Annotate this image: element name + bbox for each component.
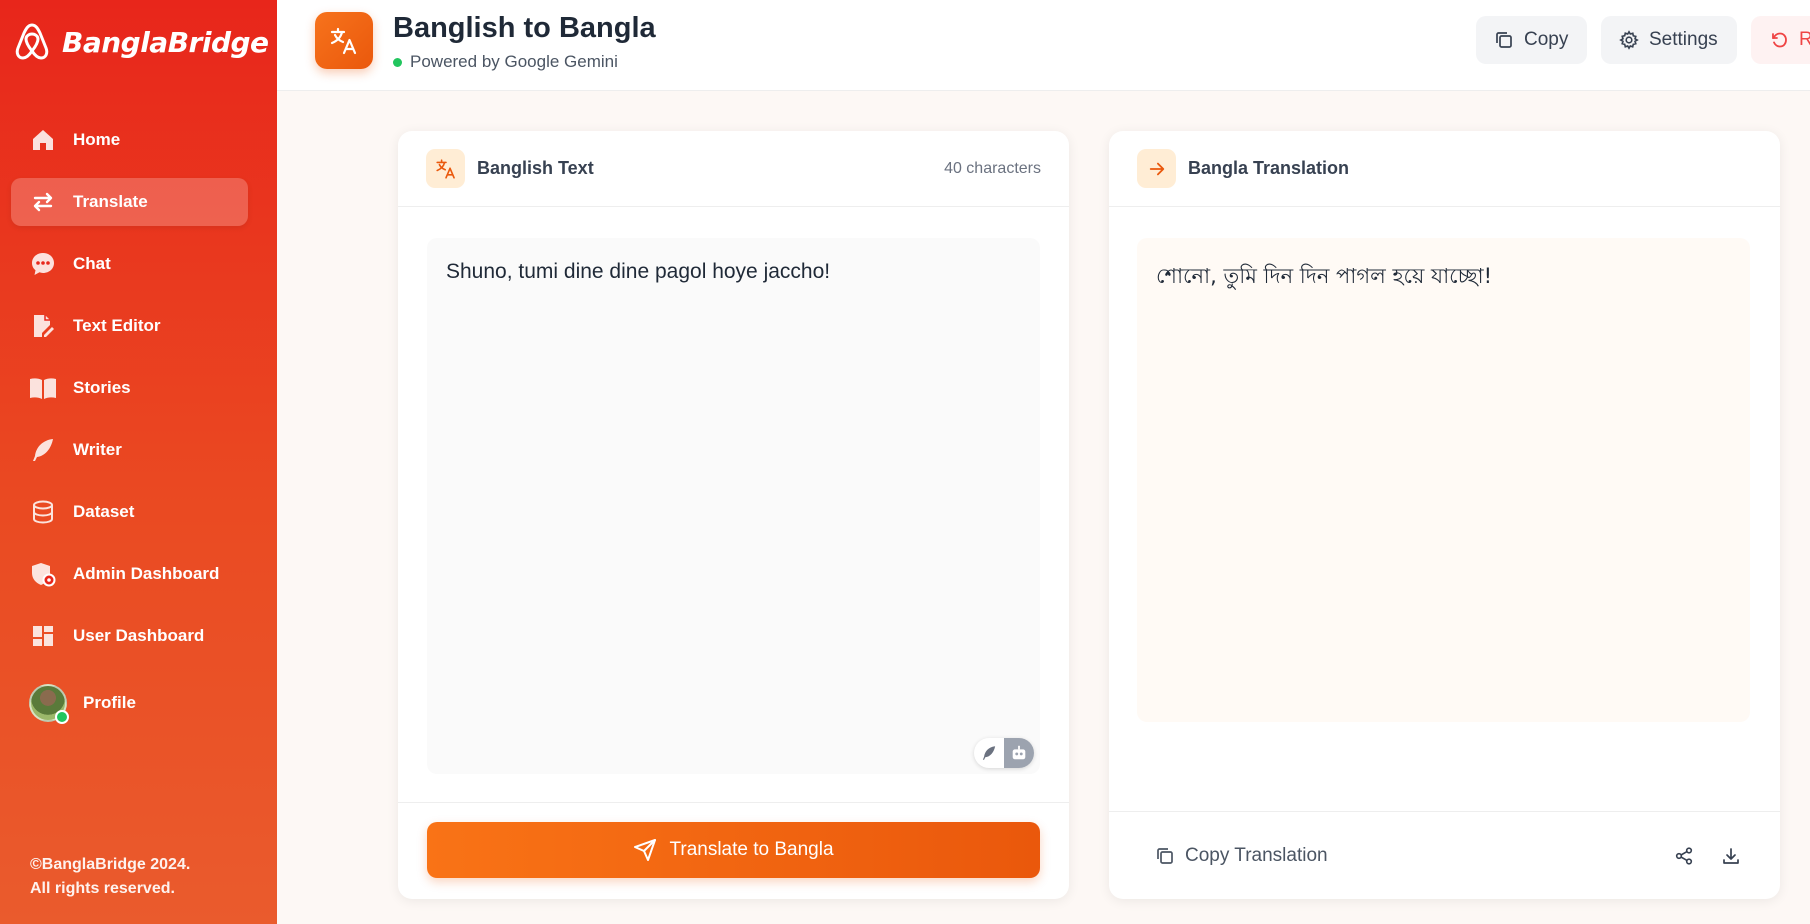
sidebar-item-label: Chat	[73, 254, 111, 273]
gear-icon	[1619, 30, 1639, 50]
sidebar-item-label: Home	[73, 130, 121, 149]
share-icon	[1675, 847, 1693, 865]
status-dot	[393, 57, 402, 67]
sidebar-item-text-editor[interactable]: Text Editor	[11, 302, 248, 350]
sidebar-item-writer[interactable]: Writer	[11, 426, 248, 474]
sidebar-item-label: Dataset	[73, 502, 135, 521]
input-panel-header: Banglish Text 40 characters	[398, 131, 1069, 207]
copy-translation-button[interactable]: Copy Translation	[1155, 838, 1328, 874]
swap-arrows-icon	[29, 188, 57, 216]
copyright-line: All rights reserved.	[30, 880, 175, 897]
sidebar-item-label: Profile	[83, 693, 136, 712]
copyright: ©BanglaBridge 2024. All rights reserved.	[30, 853, 260, 901]
download-button[interactable]	[1716, 841, 1746, 871]
sidebar-nav: Home Translate Chat Text Editor Stories	[11, 116, 248, 746]
output-panel: Bangla Translation শোনো, তুমি দিন দিন পা…	[1109, 131, 1780, 899]
sidebar-item-home[interactable]: Home	[11, 116, 248, 164]
copy-translation-label: Copy Translation	[1185, 845, 1328, 866]
sidebar-item-label: Translate	[73, 192, 148, 211]
admin-shield-icon	[29, 560, 57, 588]
input-tools	[974, 738, 1034, 768]
sidebar-item-label: User Dashboard	[73, 626, 205, 645]
open-book-icon	[29, 374, 57, 402]
sidebar-item-chat[interactable]: Chat	[11, 240, 248, 288]
sidebar: BanglaBridge Home Translate Chat Text Ed…	[0, 0, 277, 924]
database-icon	[29, 498, 57, 526]
output-panel-header: Bangla Translation	[1109, 131, 1780, 207]
bangla-output-text: শোনো, তুমি দিন দিন পাগল হয়ে যাচ্ছো!	[1156, 264, 1493, 288]
sidebar-item-profile[interactable]: Profile	[11, 674, 248, 732]
sidebar-item-translate[interactable]: Translate	[11, 178, 248, 226]
banglish-input[interactable]: Shuno, tumi dine dine pagol hoye jaccho!	[427, 238, 1040, 774]
page-subtitle: Powered by Google Gemini	[393, 52, 618, 72]
avatar	[29, 684, 69, 724]
translate-app-icon	[315, 12, 373, 69]
input-panel: Banglish Text 40 characters Shuno, tumi …	[398, 131, 1069, 899]
home-icon	[29, 126, 57, 154]
send-icon	[634, 839, 657, 861]
translate-button[interactable]: Translate to Bangla	[427, 822, 1040, 878]
sidebar-item-stories[interactable]: Stories	[11, 364, 248, 412]
copy-button-label: Copy	[1524, 29, 1569, 50]
sidebar-item-label: Stories	[73, 378, 131, 397]
sidebar-item-label: Admin Dashboard	[73, 564, 220, 583]
subtitle-text: Powered by Google Gemini	[410, 52, 618, 71]
page-title: Banglish to Bangla	[393, 12, 656, 44]
copy-icon	[1157, 848, 1173, 864]
download-icon	[1723, 848, 1739, 864]
sidebar-item-dataset[interactable]: Dataset	[11, 488, 248, 536]
sidebar-item-label: Text Editor	[73, 316, 161, 335]
copy-button[interactable]: Copy	[1476, 16, 1587, 64]
brand-logo-icon	[14, 20, 52, 64]
translate-button-label: Translate to Bangla	[669, 839, 834, 860]
banglish-input-text: Shuno, tumi dine dine pagol hoye jaccho!	[446, 260, 831, 283]
refresh-icon	[1772, 32, 1787, 48]
top-header: Banglish to Bangla Powered by Google Gem…	[277, 0, 1810, 91]
input-panel-title: Banglish Text	[477, 158, 594, 178]
reset-button[interactable]: R	[1751, 16, 1810, 64]
output-panel-title: Bangla Translation	[1188, 158, 1350, 178]
bangla-output: শোনো, তুমি দিন দিন পাগল হয়ে যাচ্ছো!	[1137, 238, 1750, 722]
sidebar-item-label: Writer	[73, 440, 122, 459]
robot-icon[interactable]	[1004, 738, 1034, 768]
character-count: 40 characters	[944, 159, 1041, 177]
sidebar-item-admin-dashboard[interactable]: Admin Dashboard	[11, 550, 248, 598]
sidebar-item-user-dashboard[interactable]: User Dashboard	[11, 612, 248, 660]
reset-button-label: R	[1799, 29, 1810, 50]
quill-icon[interactable]	[974, 738, 1004, 768]
brand[interactable]: BanglaBridge	[14, 18, 269, 66]
arrow-right-icon	[1137, 149, 1176, 188]
dashboard-grid-icon	[29, 622, 57, 650]
copyright-line: ©BanglaBridge 2024.	[30, 856, 191, 873]
translate-icon	[426, 149, 465, 188]
edit-document-icon	[29, 312, 57, 340]
divider	[398, 802, 1069, 803]
brand-name: BanglaBridge	[62, 25, 269, 59]
online-status-dot	[55, 710, 69, 724]
settings-button[interactable]: Settings	[1601, 16, 1737, 64]
feather-icon	[29, 436, 57, 464]
share-button[interactable]	[1669, 841, 1699, 871]
divider	[1109, 811, 1780, 812]
copy-icon	[1496, 32, 1512, 48]
chat-bubble-icon	[29, 250, 57, 278]
settings-button-label: Settings	[1649, 29, 1718, 50]
